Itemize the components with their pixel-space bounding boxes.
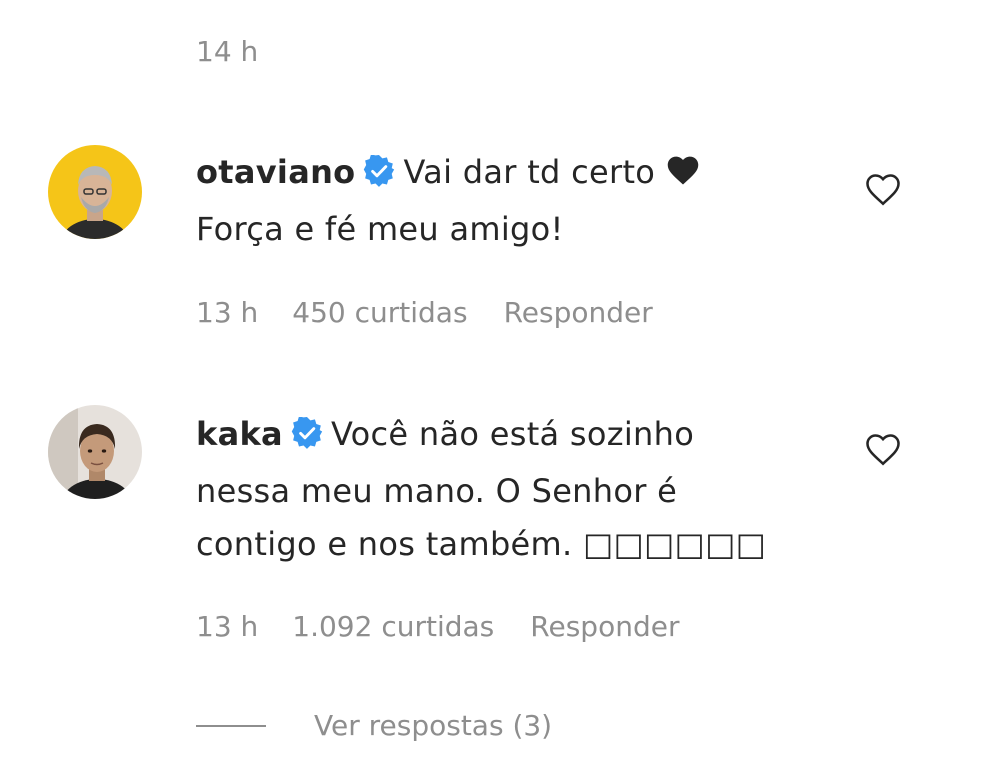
comment-body: otaviano Vai dar td certo Força e fé meu … <box>196 146 854 256</box>
comment-text-line3: contigo e nos também. □□□□□□ <box>196 525 767 563</box>
comment-text-line1: Vai dar td certo <box>403 153 656 191</box>
avatar[interactable] <box>48 145 142 239</box>
view-replies-button[interactable]: Ver respostas (3) <box>196 706 552 746</box>
view-replies-label: Ver respostas (3) <box>314 709 553 742</box>
top-timestamp: 14 h <box>196 35 259 68</box>
comment-body: kaka Você não está sozinho nessa meu mano… <box>196 408 854 571</box>
comment-text-line1: Você não está sozinho <box>330 415 695 453</box>
comment-text-line2: Força e fé meu amigo! <box>196 210 564 248</box>
like-heart-icon[interactable] <box>864 171 902 207</box>
reply-button[interactable]: Responder <box>530 609 679 645</box>
replies-divider <box>196 725 266 727</box>
username[interactable]: kaka <box>196 415 283 453</box>
black-heart-icon <box>665 149 701 202</box>
comment-meta: 13 h 450 curtidas Responder <box>196 295 653 331</box>
like-heart-icon[interactable] <box>864 431 902 467</box>
comment-time[interactable]: 13 h <box>196 609 258 645</box>
likes-count[interactable]: 1.092 curtidas <box>292 609 494 645</box>
reply-button[interactable]: Responder <box>504 295 653 331</box>
username[interactable]: otaviano <box>196 153 355 191</box>
comment-meta: 13 h 1.092 curtidas Responder <box>196 609 679 645</box>
comment-text-line2: nessa meu mano. O Senhor é <box>196 472 678 510</box>
verified-badge-icon <box>291 412 323 465</box>
verified-badge-icon <box>363 150 395 203</box>
comment-time[interactable]: 13 h <box>196 295 258 331</box>
avatar-otaviano-image <box>48 145 142 239</box>
avatar[interactable] <box>48 405 142 499</box>
likes-count[interactable]: 450 curtidas <box>292 295 467 331</box>
avatar-kaka-image <box>48 405 142 499</box>
